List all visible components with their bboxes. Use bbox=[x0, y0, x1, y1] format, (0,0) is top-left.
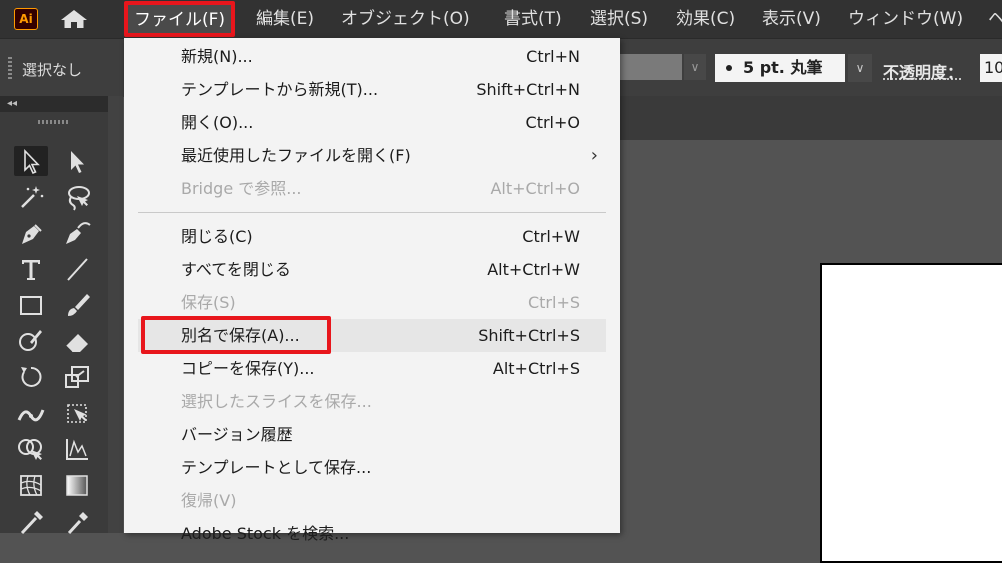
lasso-icon[interactable] bbox=[60, 182, 94, 212]
menu-item-close-all[interactable]: すべてを閉じる Alt+Ctrl+W bbox=[124, 253, 620, 286]
menu-item-label: テンプレートとして保存... bbox=[181, 458, 372, 477]
menu-view[interactable]: 表示(V) bbox=[756, 0, 827, 38]
mesh-tool-icon[interactable] bbox=[14, 470, 48, 500]
type-tool-icon[interactable] bbox=[14, 254, 48, 284]
menu-item-save-copy[interactable]: コピーを保存(Y)... Alt+Ctrl+S bbox=[124, 352, 620, 385]
menu-file[interactable]: ファイル(F) bbox=[124, 1, 236, 37]
menu-item-shortcut: Shift+Ctrl+S bbox=[478, 326, 580, 345]
brush-dot-icon bbox=[726, 65, 732, 71]
menu-item-shortcut: Ctrl+O bbox=[525, 113, 580, 132]
pen-tool-icon[interactable] bbox=[14, 218, 48, 248]
chevron-right-icon: › bbox=[590, 145, 598, 166]
document-tab-bar bbox=[620, 96, 1002, 140]
menu-item-save: 保存(S) Ctrl+S bbox=[124, 286, 620, 319]
menu-item-save-as-template[interactable]: テンプレートとして保存... bbox=[124, 451, 620, 484]
menu-effect[interactable]: 効果(C) bbox=[670, 0, 741, 38]
menu-item-shortcut: Ctrl+N bbox=[526, 47, 580, 66]
menu-type[interactable]: 書式(T) bbox=[498, 0, 568, 38]
chevron-down-icon[interactable]: ∨ bbox=[684, 54, 706, 80]
artboard[interactable] bbox=[820, 263, 1002, 563]
chart-tool-icon[interactable] bbox=[60, 434, 94, 464]
menu-item-label: Bridge で参照... bbox=[181, 179, 302, 198]
brush-definition-select[interactable]: 5 pt. 丸筆 bbox=[715, 54, 845, 82]
menu-item-label: 最近使用したファイルを開く(F) bbox=[181, 146, 411, 165]
menu-item-label: すべてを閉じる bbox=[181, 260, 291, 279]
menu-item-shortcut: Alt+Ctrl+S bbox=[492, 359, 580, 378]
menu-item-shortcut: Alt+Ctrl+O bbox=[490, 179, 580, 198]
menu-item-label: 別名で保存(A)... bbox=[181, 326, 300, 345]
rectangle-tool-icon[interactable] bbox=[14, 290, 48, 320]
menu-item-version-history[interactable]: バージョン履歴 bbox=[124, 418, 620, 451]
menu-item-label: Adobe Stock を検索... bbox=[181, 524, 350, 543]
brush-label: 5 pt. 丸筆 bbox=[743, 58, 823, 77]
paintbrush-icon[interactable] bbox=[60, 290, 94, 320]
stroke-swatch[interactable] bbox=[618, 54, 682, 80]
direct-selection-tool-icon[interactable] bbox=[60, 146, 94, 176]
magic-wand-icon[interactable] bbox=[14, 182, 48, 212]
menu-edit[interactable]: 編集(E) bbox=[250, 0, 320, 38]
menu-window[interactable]: ウィンドウ(W) bbox=[842, 0, 969, 38]
width-tool-icon[interactable] bbox=[14, 398, 48, 428]
menu-item-label: コピーを保存(Y)... bbox=[181, 359, 315, 378]
tools-panel bbox=[0, 112, 108, 536]
menu-item-label: 開く(O)... bbox=[181, 113, 254, 132]
menu-item-close[interactable]: 閉じる(C) Ctrl+W bbox=[124, 220, 620, 253]
rotate-tool-icon[interactable] bbox=[14, 362, 48, 392]
free-transform-icon[interactable] bbox=[60, 398, 94, 428]
menu-item-save-selected-slices: 選択したスライスを保存... bbox=[124, 385, 620, 418]
selection-status: 選択なし bbox=[22, 61, 83, 79]
menu-item-label: テンプレートから新規(T)... bbox=[181, 80, 379, 99]
menu-item-shortcut: Shift+Ctrl+N bbox=[476, 80, 580, 99]
opacity-input[interactable]: 10 bbox=[980, 54, 1002, 82]
menu-select[interactable]: 選択(S) bbox=[584, 0, 654, 38]
menu-item-browse-bridge: Bridge で参照... Alt+Ctrl+O bbox=[124, 172, 620, 205]
menu-item-new-from-template[interactable]: テンプレートから新規(T)... Shift+Ctrl+N bbox=[124, 73, 620, 106]
menu-object[interactable]: オブジェクト(O) bbox=[335, 0, 476, 38]
menu-item-save-as[interactable]: 別名で保存(A)... Shift+Ctrl+S bbox=[138, 319, 606, 352]
file-menu-dropdown: 新規(N)... Ctrl+N テンプレートから新規(T)... Shift+C… bbox=[124, 38, 620, 543]
chevron-down-icon[interactable]: ∨ bbox=[848, 54, 872, 82]
menu-item-revert: 復帰(V) bbox=[124, 484, 620, 517]
gradient-tool-icon[interactable] bbox=[60, 470, 94, 500]
tools-grip[interactable] bbox=[38, 120, 70, 124]
panel-gutter bbox=[108, 96, 123, 533]
menu-item-label: 復帰(V) bbox=[181, 491, 237, 510]
curvature-tool-icon[interactable] bbox=[60, 218, 94, 248]
shape-builder-icon[interactable] bbox=[14, 434, 48, 464]
menu-item-shortcut: Ctrl+S bbox=[527, 293, 580, 312]
shaper-tool-icon[interactable] bbox=[14, 326, 48, 356]
line-segment-icon[interactable] bbox=[60, 254, 94, 284]
selection-tool-icon[interactable] bbox=[14, 146, 48, 176]
menu-bar: Ai ファイル(F) 編集(E) オブジェクト(O) 書式(T) 選択(S) 効… bbox=[0, 0, 1002, 38]
opacity-label[interactable]: 不透明度： bbox=[883, 59, 963, 83]
menu-item-shortcut: Alt+Ctrl+W bbox=[487, 260, 580, 279]
menu-item-label: 保存(S) bbox=[181, 293, 236, 312]
menu-item-label: バージョン履歴 bbox=[181, 425, 293, 444]
scale-tool-icon[interactable] bbox=[60, 362, 94, 392]
tools-panel-header: ◂◂ bbox=[0, 96, 108, 112]
app-logo: Ai bbox=[14, 8, 38, 30]
menu-help[interactable]: ヘ bbox=[982, 0, 1002, 38]
menu-item-new[interactable]: 新規(N)... Ctrl+N bbox=[124, 40, 620, 73]
menu-item-label: 閉じる(C) bbox=[181, 227, 253, 246]
eraser-icon[interactable] bbox=[60, 326, 94, 356]
blend-tool-icon[interactable] bbox=[14, 506, 48, 536]
panel-grip[interactable] bbox=[8, 57, 12, 81]
menu-item-shortcut: Ctrl+W bbox=[522, 227, 580, 246]
home-icon[interactable] bbox=[58, 8, 90, 30]
eyedropper-icon[interactable] bbox=[60, 506, 94, 536]
menu-item-open-recent[interactable]: 最近使用したファイルを開く(F) › bbox=[124, 139, 620, 172]
menu-item-open[interactable]: 開く(O)... Ctrl+O bbox=[124, 106, 620, 139]
menu-item-label: 選択したスライスを保存... bbox=[181, 392, 372, 411]
menu-item-label: 新規(N)... bbox=[181, 47, 253, 66]
menu-item-search-adobe-stock[interactable]: Adobe Stock を検索... bbox=[124, 517, 620, 550]
menu-separator bbox=[138, 212, 606, 213]
collapse-icon[interactable]: ◂◂ bbox=[7, 96, 17, 112]
